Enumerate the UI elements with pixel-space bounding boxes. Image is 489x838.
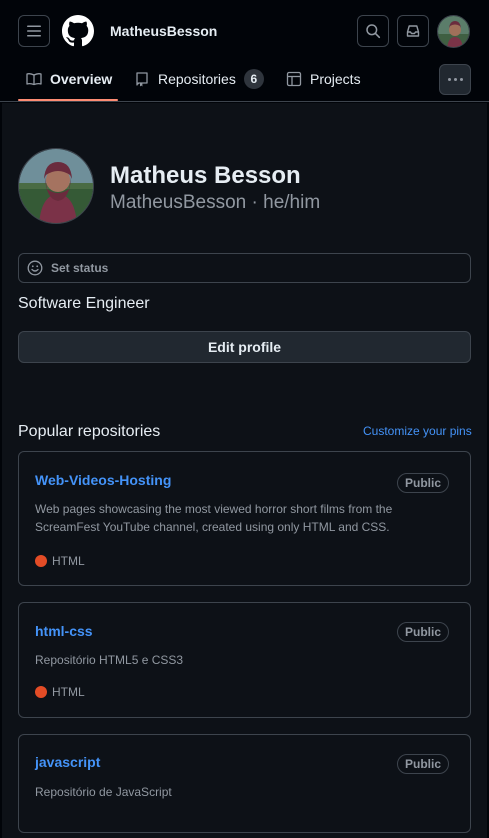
repo-description: Repositório de JavaScript [35, 785, 172, 799]
visibility-badge: Public [396, 754, 449, 774]
kebab-icon [447, 78, 451, 81]
popular-repositories-heading: Popular repositories [18, 423, 161, 440]
tab-overview[interactable]: Overview [26, 64, 112, 94]
repo-card: javascript Public Repositório de JavaScr… [18, 734, 471, 833]
tab-projects[interactable]: Projects [286, 64, 361, 94]
repo-card: Web-Videos-Hosting Public Web pages show… [18, 451, 471, 586]
set-status-label: Set status [51, 261, 109, 275]
set-status-button[interactable]: Set status [18, 253, 471, 283]
visibility-badge: Public [396, 622, 449, 642]
repo-language: HTML [35, 554, 85, 568]
profile-avatar[interactable] [18, 148, 94, 224]
repo-card: html-css Public Repositório HTML5 e CSS3… [18, 602, 471, 718]
inbox-icon [406, 25, 420, 37]
tab-repositories[interactable]: Repositories 6 [134, 64, 264, 94]
repo-name-link[interactable]: javascript [35, 754, 100, 770]
more-tabs-button[interactable] [439, 64, 471, 95]
menu-button[interactable] [18, 15, 50, 47]
repo-icon [136, 72, 148, 87]
github-logo-icon[interactable] [62, 15, 94, 47]
header-username[interactable]: MatheusBesson [110, 23, 217, 39]
user-avatar[interactable] [437, 15, 470, 48]
book-icon [26, 73, 42, 86]
visibility-badge: Public [396, 473, 449, 493]
table-icon [286, 71, 302, 87]
edit-profile-button[interactable]: Edit profile [18, 331, 471, 363]
repo-description: Web pages showcasing the most viewed hor… [35, 502, 393, 534]
hamburger-icon [27, 25, 41, 37]
profile-full-name: Matheus Besson [110, 162, 301, 189]
repositories-count-badge: 6 [243, 69, 264, 89]
customize-pins-link[interactable]: Customize your pins [363, 424, 472, 438]
repo-name-link[interactable]: Web-Videos-Hosting [35, 472, 171, 488]
language-label: HTML [52, 685, 85, 699]
language-label: HTML [52, 554, 85, 568]
search-button[interactable] [357, 15, 389, 47]
tab-repositories-label: Repositories [158, 71, 236, 87]
language-color-dot [35, 555, 47, 567]
repo-language: HTML [35, 685, 85, 699]
tab-overview-label: Overview [50, 71, 113, 87]
inbox-button[interactable] [397, 15, 429, 47]
language-color-dot [35, 686, 47, 698]
search-icon [366, 24, 381, 39]
repo-description: Repositório HTML5 e CSS3 [35, 653, 184, 667]
profile-bio: Software Engineer [18, 295, 150, 312]
profile-handle: MatheusBesson · he/him [110, 192, 321, 213]
tabbar-divider [0, 101, 489, 102]
repo-name-link[interactable]: html-css [35, 623, 93, 639]
tab-projects-label: Projects [310, 71, 361, 87]
smiley-icon [27, 260, 43, 276]
